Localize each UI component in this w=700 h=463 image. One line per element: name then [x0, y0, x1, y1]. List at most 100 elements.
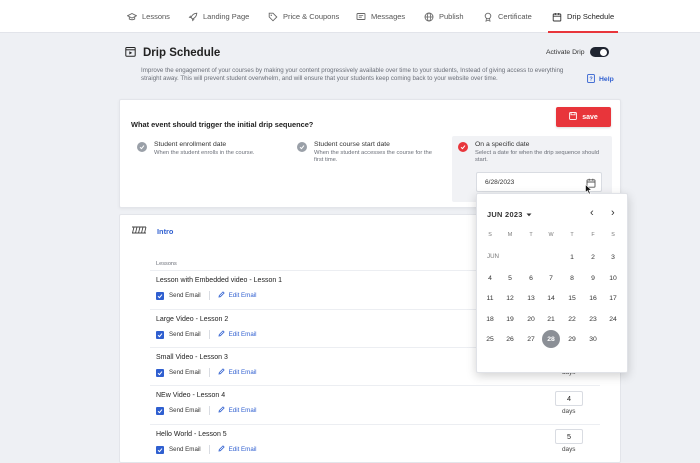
calendar-day[interactable]: 8: [563, 269, 581, 287]
option-title: On a specific date: [475, 141, 530, 148]
calendar-day[interactable]: 29: [563, 330, 581, 348]
drip-schedule-icon: [125, 46, 136, 60]
save-button[interactable]: save: [556, 107, 611, 127]
pencil-icon: [218, 445, 225, 454]
tab-price-coupons[interactable]: Price & Coupons: [268, 0, 339, 33]
calendar-day[interactable]: 7: [542, 269, 560, 287]
edit-email-label: Edit Email: [228, 446, 257, 453]
send-email-checkbox[interactable]: [156, 368, 164, 377]
send-email-label: Send Email: [169, 407, 201, 414]
option-enrollment-date[interactable]: Student enrollment date When the student…: [137, 141, 287, 157]
calendar-month-label: JUN: [487, 253, 500, 260]
calendar-day[interactable]: 15: [563, 289, 581, 307]
calendar-day[interactable]: 27: [522, 330, 540, 348]
calendar-day[interactable]: 20: [522, 310, 540, 328]
trigger-question: What event should trigger the initial dr…: [131, 120, 314, 129]
edit-email-label: Edit Email: [228, 331, 257, 338]
calendar-day[interactable]: 25: [481, 330, 499, 348]
calendar-icon: [552, 12, 562, 22]
divider: [150, 385, 600, 386]
edit-email-link[interactable]: Edit Email: [218, 330, 257, 339]
activate-drip-toggle[interactable]: [589, 47, 609, 57]
calendar-day[interactable]: 21: [542, 310, 560, 328]
pencil-icon: [218, 291, 225, 300]
option-subtitle: Select a date for when the drip sequence…: [475, 150, 600, 164]
prev-month-button[interactable]: ‹: [590, 208, 594, 219]
calendar-day[interactable]: 10: [604, 269, 622, 287]
calendar-day[interactable]: 11: [481, 289, 499, 307]
certificate-icon: [483, 12, 493, 22]
calendar-day[interactable]: 1: [563, 248, 581, 266]
calendar-day[interactable]: 30: [584, 330, 602, 348]
book-icon: [131, 226, 147, 236]
weekday-label: F: [591, 232, 595, 238]
save-label: save: [582, 113, 598, 121]
option-specific-date[interactable]: On a specific date Select a date for whe…: [458, 141, 608, 165]
calendar-day[interactable]: 5: [501, 269, 519, 287]
month-year-selector[interactable]: JUN 2023: [487, 210, 532, 219]
pencil-icon: [218, 368, 225, 377]
svg-text:?: ?: [589, 77, 593, 83]
calendar-day[interactable]: 9: [584, 269, 602, 287]
calendar-day[interactable]: 12: [501, 289, 519, 307]
edit-email-link[interactable]: Edit Email: [218, 368, 257, 377]
option-course-start-date[interactable]: Student course start date When the stude…: [297, 141, 442, 165]
rocket-icon: [188, 12, 198, 22]
pencil-icon: [218, 406, 225, 415]
lesson-row: NEw Video - Lesson 4 Send Email Edit Ema…: [156, 392, 596, 415]
send-email-checkbox[interactable]: [156, 291, 164, 300]
days-input[interactable]: 5: [555, 429, 583, 444]
tab-drip-schedule[interactable]: Drip Schedule: [547, 0, 619, 33]
separator: [208, 330, 210, 339]
calendar-day[interactable]: 13: [522, 289, 540, 307]
weekday-label: S: [611, 232, 615, 238]
calendar-day[interactable]: 23: [584, 310, 602, 328]
help-link[interactable]: ? Help: [587, 74, 614, 85]
calendar-day[interactable]: 2: [584, 248, 602, 266]
calendar-day[interactable]: 19: [501, 310, 519, 328]
calendar-day[interactable]: 22: [563, 310, 581, 328]
help-label: Help: [599, 76, 614, 83]
edit-email-label: Edit Email: [228, 369, 257, 376]
lesson-row: Hello World - Lesson 5 Send Email Edit E…: [156, 431, 596, 454]
calendar-day[interactable]: 18: [481, 310, 499, 328]
tab-certificate[interactable]: Certificate: [483, 0, 532, 33]
date-input-value: 6/28/2023: [485, 178, 515, 186]
option-title: Student enrollment date: [154, 141, 227, 148]
tab-label: Publish: [439, 12, 464, 21]
calendar-day[interactable]: 17: [604, 289, 622, 307]
calendar-day[interactable]: 14: [542, 289, 560, 307]
tab-label: Certificate: [498, 12, 532, 21]
send-email-checkbox[interactable]: [156, 330, 164, 339]
calendar-day[interactable]: 28: [542, 330, 560, 348]
tab-publish[interactable]: Publish: [424, 0, 464, 33]
option-title: Student course start date: [314, 141, 390, 148]
option-subtitle: When the student accesses the course for…: [314, 150, 432, 164]
calendar-day[interactable]: 3: [604, 248, 622, 266]
calendar-day[interactable]: 24: [604, 310, 622, 328]
lesson-title: Hello World - Lesson 5: [156, 431, 227, 438]
calendar-day[interactable]: 4: [481, 269, 499, 287]
edit-email-link[interactable]: Edit Email: [218, 291, 257, 300]
page-description: Improve the engagement of your courses b…: [141, 67, 564, 83]
send-email-label: Send Email: [169, 369, 201, 376]
send-email-checkbox[interactable]: [156, 406, 164, 415]
tab-label: Landing Page: [203, 12, 250, 21]
days-input[interactable]: 4: [555, 391, 583, 406]
date-input[interactable]: 6/28/2023: [476, 172, 602, 192]
tab-messages[interactable]: Messages: [356, 0, 405, 33]
next-month-button[interactable]: ›: [611, 208, 615, 219]
weekday-label: S: [488, 232, 492, 238]
calendar-day[interactable]: 16: [584, 289, 602, 307]
separator: [208, 368, 210, 377]
edit-email-link[interactable]: Edit Email: [218, 406, 257, 415]
tab-landing-page[interactable]: Landing Page: [188, 0, 249, 33]
calendar-day[interactable]: 26: [501, 330, 519, 348]
separator: [208, 445, 210, 454]
edit-email-link[interactable]: Edit Email: [218, 445, 257, 454]
calendar-day[interactable]: 6: [522, 269, 540, 287]
tab-lessons[interactable]: Lessons: [127, 0, 170, 33]
tab-label: Drip Schedule: [567, 12, 615, 21]
section-header[interactable]: Intro: [131, 226, 173, 236]
send-email-checkbox[interactable]: [156, 445, 164, 454]
